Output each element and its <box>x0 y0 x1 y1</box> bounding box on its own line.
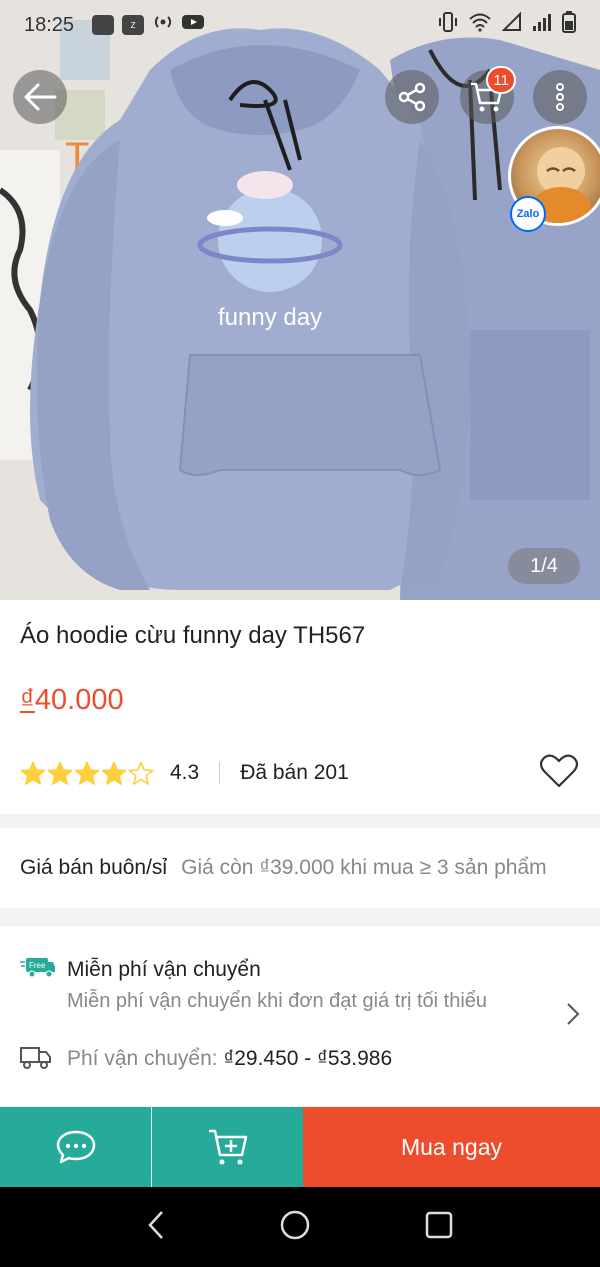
zalo-notification-icon: Z <box>122 15 145 35</box>
signal-icon <box>501 11 522 38</box>
shipping-fee: Phí vận chuyển: ₫29.450 - ₫53.986 <box>67 1047 392 1071</box>
favorite-button[interactable] <box>539 754 579 793</box>
share-button[interactable] <box>385 70 439 124</box>
wholesale-label: Giá bán buôn/sỉ <box>20 856 168 879</box>
vibrate-icon <box>438 11 458 39</box>
hotspot-icon <box>152 12 174 38</box>
status-bar: 18:25 Z <box>0 0 600 50</box>
more-button[interactable] <box>533 70 587 124</box>
hoodie-print-text: funny day <box>218 304 322 331</box>
battery-icon <box>562 11 576 39</box>
star-filled-icon <box>47 761 73 785</box>
buy-now-button[interactable]: Mua ngay <box>303 1107 600 1187</box>
share-icon <box>398 82 426 112</box>
add-to-cart-button[interactable] <box>152 1107 303 1187</box>
nav-home-icon <box>280 1210 310 1239</box>
nav-back-icon <box>148 1210 163 1239</box>
divider <box>219 762 221 784</box>
back-arrow-icon <box>24 83 57 111</box>
chevron-right-icon[interactable] <box>566 1002 580 1031</box>
shipping-title: Miễn phí vận chuyển <box>67 958 261 981</box>
system-nav-bar <box>0 1187 600 1267</box>
price-currency: ₫ <box>20 684 35 716</box>
sold-count: Đã bán 201 <box>240 761 349 784</box>
bottom-action-bar: Mua ngay <box>0 1107 600 1187</box>
rating-value: 4.3 <box>170 761 200 784</box>
heart-icon <box>539 754 579 788</box>
product-price: ₫40.000 <box>20 684 124 717</box>
star-filled-icon <box>20 761 46 785</box>
product-title: Áo hoodie cừu funny day TH567 <box>20 622 366 649</box>
youtube-icon <box>182 13 205 37</box>
rating-stars <box>20 761 154 786</box>
nav-recents-button[interactable] <box>425 1211 453 1244</box>
wholesale-row[interactable]: Giá bán buôn/sỉ Giá còn ₫39.000 khi mua … <box>0 828 600 908</box>
chat-button[interactable] <box>0 1107 151 1187</box>
nav-back-button[interactable] <box>147 1210 165 1245</box>
back-button[interactable] <box>13 70 67 124</box>
truck-icon <box>20 1044 52 1075</box>
add-to-cart-icon <box>208 1129 247 1165</box>
cart-count-badge: 11 <box>486 66 516 94</box>
star-empty-icon <box>128 761 154 785</box>
nav-home-button[interactable] <box>279 1209 311 1246</box>
wholesale-value: Giá còn ₫39.000 khi mua ≥ 3 sản phẩm <box>181 856 547 879</box>
product-image[interactable]: T funny day 18:25 Z 11 Zalo 1/4 <box>0 0 600 600</box>
shipping-fee-range: ₫29.450 - ₫53.986 <box>223 1047 393 1070</box>
shipping-subtitle: Miễn phí vận chuyển khi đơn đạt giá trị … <box>67 990 488 1012</box>
clock: 18:25 <box>24 13 75 36</box>
price-value: 40.000 <box>34 684 124 716</box>
shipping-card[interactable]: Free Miễn phí vận chuyển Miễn phí vận ch… <box>0 926 600 1106</box>
notification-icon <box>92 15 115 35</box>
wifi-icon <box>468 12 492 38</box>
zalo-badge[interactable]: Zalo <box>510 196 546 232</box>
chat-icon <box>56 1130 95 1164</box>
rating-row[interactable]: 4.3 Đã bán 201 <box>20 756 349 790</box>
image-counter: 1/4 <box>508 548 580 584</box>
star-filled-icon <box>101 761 127 785</box>
star-filled-icon <box>74 761 100 785</box>
more-vertical-icon <box>556 83 564 111</box>
free-tag: Free <box>29 961 46 970</box>
cart-button[interactable]: 11 <box>460 66 516 124</box>
free-shipping-icon: Free <box>20 956 56 985</box>
product-info-card: Áo hoodie cừu funny day TH567 ₫40.000 4.… <box>0 600 600 814</box>
shipping-fee-label: Phí vận chuyển: <box>67 1047 218 1070</box>
signal-icon <box>532 12 552 38</box>
nav-recents-icon <box>425 1211 453 1238</box>
